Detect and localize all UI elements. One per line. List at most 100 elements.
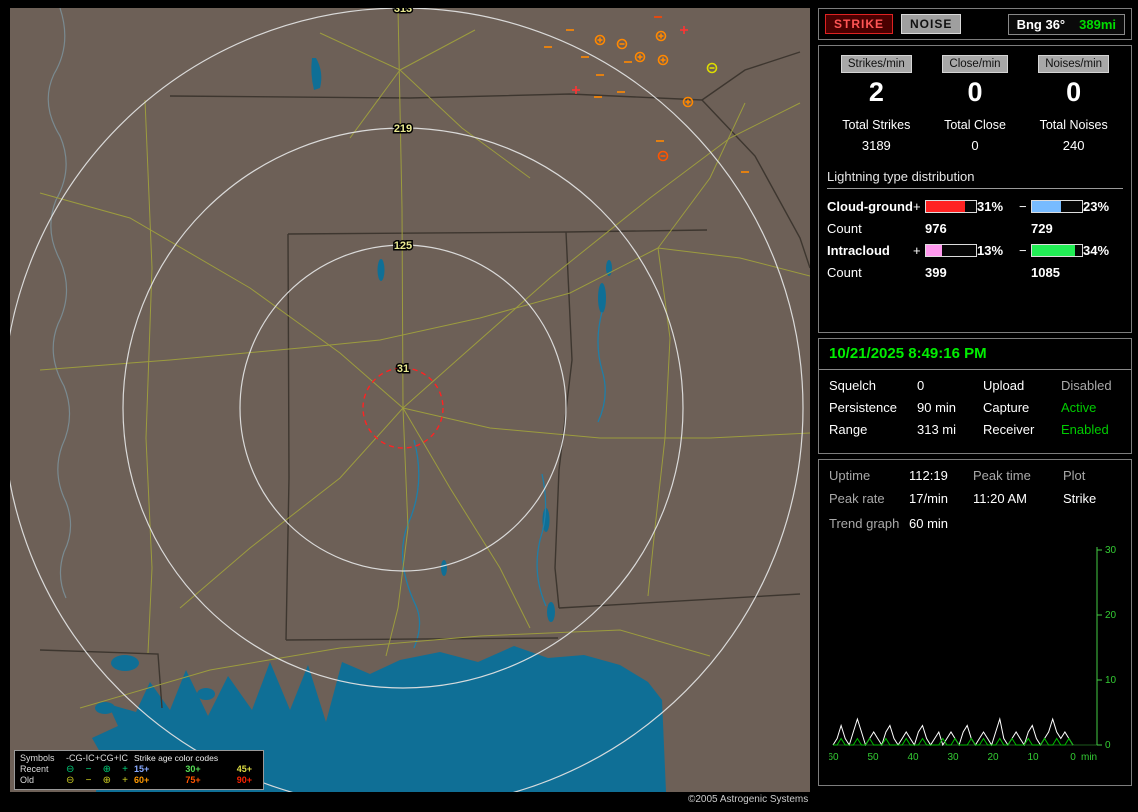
distribution-title: Lightning type distribution [827,169,1123,189]
noises-per-min-header: Noises/min [1038,55,1109,73]
legend-age-row-1: 15+ 30+ 45+ [134,764,258,775]
rates-grid: Strikes/min 2 Total Strikes 3189 Close/m… [827,54,1123,153]
total-noises-value: 240 [1024,138,1123,153]
peak-time-value: 11:20 AM [973,491,1063,506]
pos-ic-icon: + [122,776,128,786]
neg-cg-icon: ⊖ [66,765,74,775]
bearing-readout: Bng 36° 389mi [1008,14,1125,35]
statistics-section: Strikes/min 2 Total Strikes 3189 Close/m… [818,45,1132,333]
noises-per-min-value: 0 [1024,77,1123,108]
cloud-ground-minus-bar [1031,200,1083,213]
status-grid: Uptime 112:19 Peak time Plot Peak rate 1… [829,468,1121,506]
neg-cg-icon: ⊖ [66,776,74,786]
total-close-label: Total Close [926,118,1025,132]
legend-symbols-header: Symbols [20,753,60,764]
total-strikes-value: 3189 [827,138,926,153]
capture-label: Capture [983,400,1061,415]
intracloud-plus-bar [925,244,977,257]
peak-time-label: Peak time [973,468,1063,483]
trend-section: Uptime 112:19 Peak time Plot Peak rate 1… [818,459,1132,786]
map-legend: Symbols -CG-IC+CG+IC Strike age color co… [14,750,264,790]
strikes-per-min-value: 2 [827,77,926,108]
svg-text:30: 30 [1105,545,1117,556]
settings-grid: Squelch 0 Upload Disabled Persistence 90… [819,370,1131,445]
svg-text:0: 0 [1070,752,1076,763]
cloud-ground-minus-pct: 23% [1083,199,1123,214]
svg-text:30: 30 [947,752,959,763]
intracloud-minus-pct: 34% [1083,243,1123,258]
lightning-map[interactable]: 31321912531 Symbols -CG-IC+CG+IC Strike … [10,8,810,792]
svg-text:20: 20 [987,752,999,763]
upload-value: Disabled [1061,378,1121,393]
total-close-value: 0 [926,138,1025,153]
legend-row-old-label: Old [20,775,60,786]
neg-ic-icon: − [86,776,92,786]
cloud-ground-plus-pct: 31% [977,199,1019,214]
range-label: Range [829,422,917,437]
legend-age-title: Strike age color codes [134,753,258,764]
svg-text:10: 10 [1027,752,1039,763]
legend-row-recent-label: Recent [20,764,60,775]
intracloud-minus-count: 1085 [1031,265,1083,280]
total-strikes-label: Total Strikes [827,118,926,132]
range-value: 313 mi [917,422,983,437]
svg-text:50: 50 [867,752,879,763]
intracloud-minus-bar [1031,244,1083,257]
bearing-range-value: 389mi [1079,17,1116,32]
cloud-ground-plus-bar [925,200,977,213]
minus-sign: − [1019,243,1031,258]
peak-rate-label: Peak rate [829,491,909,506]
legend-column-headers: -CG-IC+CG+IC [66,753,128,764]
trend-window-value: 60 min [909,516,1121,531]
squelch-value: 0 [917,378,983,393]
intracloud-plus-pct: 13% [977,243,1019,258]
count-label: Count [827,221,913,236]
intracloud-label: Intracloud [827,243,913,258]
plot-label: Plot [1063,468,1121,483]
status-panel: STRIKE NOISE Bng 36° 389mi Strikes/min 2… [818,8,1132,791]
svg-text:40: 40 [907,752,919,763]
strikes-per-min-header: Strikes/min [841,55,912,73]
total-noises-label: Total Noises [1024,118,1123,132]
plus-sign: + [913,243,925,258]
svg-text:10: 10 [1105,675,1117,686]
strike-indicator-button[interactable]: STRIKE [825,14,893,34]
svg-text:20: 20 [1105,610,1117,621]
range-ring-label: 219 [394,123,412,135]
trend-graph-label: Trend graph [829,516,909,531]
uptime-value: 112:19 [909,468,973,483]
legend-old-symbols: ⊖ − ⊕ + [66,776,128,786]
plot-value: Strike [1063,491,1121,506]
range-ring-label: 31 [397,363,409,375]
map-canvas[interactable]: 31321912531 [10,8,810,792]
bearing-value: Bng 36° [1017,17,1066,32]
pos-ic-icon: + [122,765,128,775]
svg-text:60: 60 [829,752,839,763]
persistence-label: Persistence [829,400,917,415]
receiver-label: Receiver [983,422,1061,437]
close-per-min-value: 0 [926,77,1025,108]
close-per-min-header: Close/min [942,55,1007,73]
plus-sign: + [913,199,925,214]
capture-value: Active [1061,400,1121,415]
copyright-text: ©2005 Astrogenic Systems [688,794,808,805]
cloud-ground-label: Cloud-ground [827,199,913,214]
pos-cg-icon: ⊕ [103,776,111,786]
intracloud-plus-count: 399 [925,265,977,280]
count-label: Count [827,265,913,280]
neg-ic-icon: − [86,765,92,775]
upload-label: Upload [983,378,1061,393]
receiver-value: Enabled [1061,422,1121,437]
range-ring-label: 125 [394,240,412,252]
legend-age-row-2: 60+ 75+ 90+ [134,775,258,786]
minus-sign: − [1019,199,1031,214]
persistence-value: 90 min [917,400,983,415]
cloud-ground-minus-count: 729 [1031,221,1083,236]
svg-text:min: min [1081,752,1097,763]
noise-indicator-button[interactable]: NOISE [901,14,961,34]
distribution-grid: Cloud-ground + 31% − 23% Count 976 729 I… [827,199,1123,280]
uptime-label: Uptime [829,468,909,483]
peak-rate-value: 17/min [909,491,973,506]
cloud-ground-plus-count: 976 [925,221,977,236]
pos-cg-icon: ⊕ [103,765,111,775]
